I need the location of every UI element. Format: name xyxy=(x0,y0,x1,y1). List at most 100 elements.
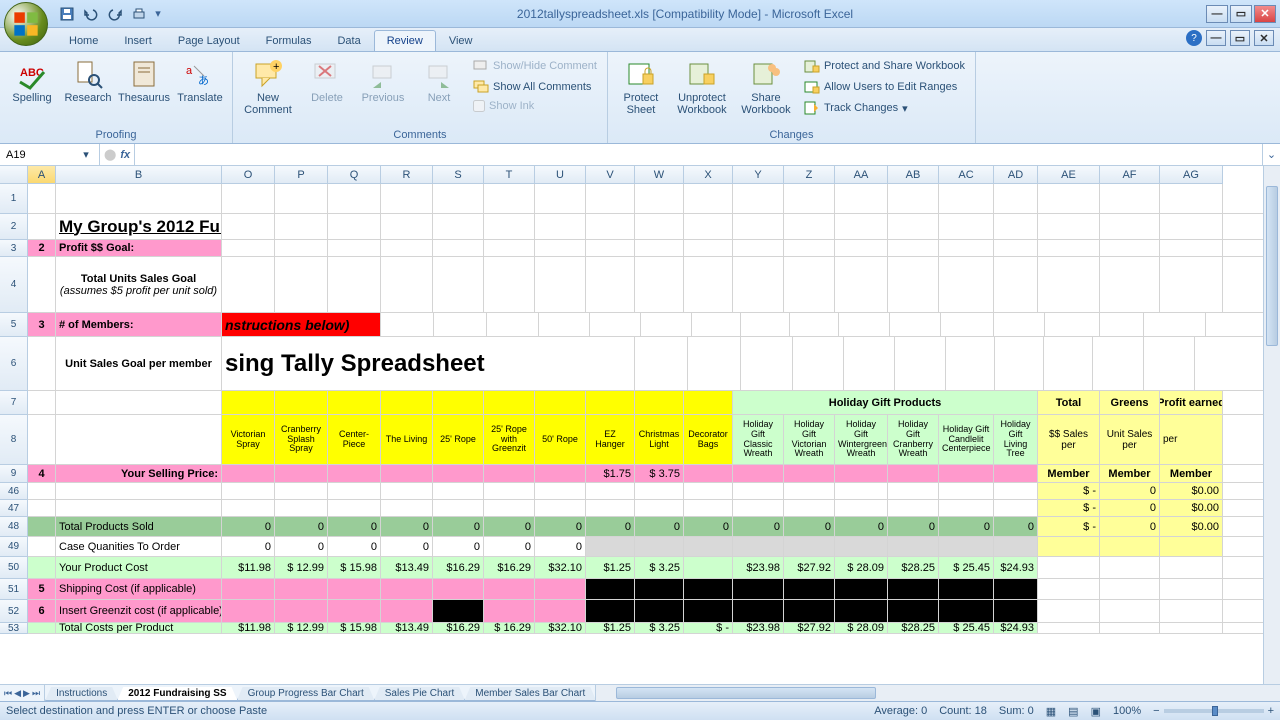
cell[interactable] xyxy=(586,537,635,557)
cell[interactable] xyxy=(684,184,733,214)
row-header[interactable]: 46 xyxy=(0,483,28,500)
cell[interactable]: Total xyxy=(1038,391,1100,415)
col-header-AF[interactable]: AF xyxy=(1100,166,1160,184)
cell[interactable]: Greens xyxy=(1100,391,1160,415)
cell[interactable]: $11.98 xyxy=(222,623,275,634)
cell[interactable] xyxy=(1038,257,1100,313)
cell[interactable] xyxy=(835,184,888,214)
cell[interactable] xyxy=(222,214,275,240)
cell[interactable]: per xyxy=(1160,415,1223,465)
col-header-V[interactable]: V xyxy=(586,166,635,184)
cell[interactable] xyxy=(835,240,888,257)
namebox-dropdown-icon[interactable]: ▾ xyxy=(79,148,93,161)
cell[interactable]: $23.98 xyxy=(733,557,784,579)
cell[interactable]: Holiday Gift Wintergreen Wreath xyxy=(835,415,888,465)
doc-restore-button[interactable]: ▭ xyxy=(1230,30,1250,46)
sheet-tab[interactable]: Instructions xyxy=(45,687,118,701)
cell[interactable]: 0 xyxy=(888,517,939,537)
cell[interactable] xyxy=(28,184,56,214)
cell[interactable] xyxy=(888,465,939,483)
cell[interactable] xyxy=(586,391,635,415)
row-header[interactable]: 2 xyxy=(0,214,28,240)
cell[interactable] xyxy=(28,623,56,634)
cell[interactable] xyxy=(684,500,733,517)
col-header-A[interactable]: A xyxy=(28,166,56,184)
cell[interactable] xyxy=(888,579,939,600)
cell[interactable]: $13.49 xyxy=(381,623,433,634)
cell[interactable] xyxy=(433,391,484,415)
cell[interactable] xyxy=(484,184,535,214)
cell[interactable] xyxy=(995,337,1044,391)
cell[interactable] xyxy=(1038,579,1100,600)
row-header[interactable]: 5 xyxy=(0,313,28,337)
cell[interactable]: $23.98 xyxy=(733,623,784,634)
cell[interactable] xyxy=(484,214,535,240)
cell[interactable] xyxy=(28,483,56,500)
cell[interactable] xyxy=(1100,184,1160,214)
cell[interactable] xyxy=(328,600,381,623)
cell[interactable] xyxy=(741,337,793,391)
redo-icon[interactable] xyxy=(104,3,126,25)
cell[interactable] xyxy=(222,184,275,214)
cell[interactable] xyxy=(684,214,733,240)
col-header-AC[interactable]: AC xyxy=(939,166,994,184)
view-normal-icon[interactable]: ▦ xyxy=(1046,705,1056,718)
track-changes-button[interactable]: Track Changes ▾ xyxy=(800,98,969,118)
cell[interactable] xyxy=(433,465,484,483)
cell[interactable]: Holiday Gift Cranberry Wreath xyxy=(888,415,939,465)
spelling-button[interactable]: ABCSpelling xyxy=(6,56,58,106)
zoom-out-button[interactable]: − xyxy=(1153,705,1159,717)
cell[interactable] xyxy=(433,579,484,600)
previous-comment-button[interactable]: Previous xyxy=(357,56,409,106)
col-header-X[interactable]: X xyxy=(684,166,733,184)
doc-minimize-button[interactable]: — xyxy=(1206,30,1226,46)
col-header-P[interactable]: P xyxy=(275,166,328,184)
cell[interactable] xyxy=(784,465,835,483)
cell[interactable] xyxy=(733,537,784,557)
cell[interactable] xyxy=(28,257,56,313)
cell[interactable] xyxy=(381,257,433,313)
cell[interactable]: $24.93 xyxy=(994,623,1038,634)
sheet-nav-first-icon[interactable]: ⏮ xyxy=(4,688,12,699)
cell[interactable]: Unit Sales per xyxy=(1100,415,1160,465)
cell[interactable]: 25' Rope xyxy=(433,415,484,465)
cell[interactable] xyxy=(275,465,328,483)
cell[interactable] xyxy=(535,240,586,257)
cell[interactable] xyxy=(275,600,328,623)
cell[interactable] xyxy=(835,579,888,600)
cell[interactable] xyxy=(784,214,835,240)
cell[interactable] xyxy=(222,240,275,257)
close-button[interactable]: ✕ xyxy=(1254,5,1276,23)
sheet-nav-last-icon[interactable]: ⏭ xyxy=(32,688,40,699)
cell[interactable] xyxy=(635,600,684,623)
cell[interactable] xyxy=(888,257,939,313)
cell[interactable] xyxy=(635,184,684,214)
cell[interactable]: $ 15.98 xyxy=(328,623,381,634)
cell[interactable] xyxy=(484,483,535,500)
cell[interactable]: Profit earned xyxy=(1160,391,1223,415)
cell[interactable] xyxy=(635,579,684,600)
cell[interactable] xyxy=(994,500,1038,517)
cell[interactable] xyxy=(586,214,635,240)
cell[interactable] xyxy=(939,184,994,214)
cell[interactable] xyxy=(381,184,433,214)
cell[interactable] xyxy=(733,500,784,517)
cell[interactable] xyxy=(1038,537,1100,557)
view-layout-icon[interactable]: ▤ xyxy=(1068,705,1078,718)
show-ink-button[interactable]: Show Ink xyxy=(469,98,601,114)
cell[interactable] xyxy=(275,240,328,257)
cell[interactable] xyxy=(994,313,1045,337)
cell[interactable] xyxy=(635,257,684,313)
cell[interactable] xyxy=(222,391,275,415)
cell[interactable]: 0 xyxy=(275,517,328,537)
cell[interactable]: Insert Greenzit cost (if applicable) xyxy=(56,600,222,623)
cell[interactable] xyxy=(839,313,890,337)
cell[interactable] xyxy=(835,500,888,517)
col-header-Q[interactable]: Q xyxy=(328,166,381,184)
doc-close-button[interactable]: ✕ xyxy=(1254,30,1274,46)
cell[interactable] xyxy=(688,337,741,391)
minimize-button[interactable]: — xyxy=(1206,5,1228,23)
cell[interactable] xyxy=(994,240,1038,257)
cell[interactable] xyxy=(56,184,222,214)
cell[interactable] xyxy=(433,184,484,214)
